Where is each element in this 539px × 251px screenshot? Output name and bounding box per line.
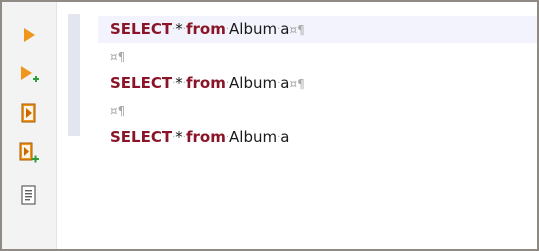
execute-script-new-tab-icon <box>18 141 40 165</box>
editor-gutter <box>58 2 98 249</box>
star-token: * <box>175 128 183 146</box>
line-ending-marker: ¤ <box>289 23 298 37</box>
editor-line[interactable]: SELECT·*·from·Album·a¤¶ <box>98 16 537 43</box>
explain-plan-icon <box>19 184 39 206</box>
table-alias: a <box>280 128 290 146</box>
keyword-select: SELECT <box>110 128 173 146</box>
table-alias: a <box>280 74 290 92</box>
table-name: Album <box>229 128 278 146</box>
execute-script-icon <box>19 102 39 124</box>
sql-editor[interactable]: SELECT·*·from·Album·a¤¶ ¤¶ SELECT·*·from… <box>98 2 537 249</box>
keyword-select: SELECT <box>110 20 173 38</box>
explain-plan-button[interactable] <box>16 182 42 208</box>
star-token: * <box>175 74 183 92</box>
keyword-select: SELECT <box>110 74 173 92</box>
editor-line[interactable]: ¤¶ <box>98 97 537 124</box>
execute-script-button[interactable] <box>16 100 42 126</box>
pilcrow-marker: ¶ <box>117 104 126 118</box>
line-ending-marker: ¤ <box>110 104 118 118</box>
line-ending-marker: ¤ <box>289 77 298 91</box>
sql-editor-window: SELECT·*·from·Album·a¤¶ ¤¶ SELECT·*·from… <box>0 0 539 251</box>
star-token: * <box>175 20 183 38</box>
keyword-from: from <box>185 128 226 146</box>
execute-statement-icon <box>20 26 38 44</box>
pilcrow-marker: ¶ <box>117 50 126 64</box>
pilcrow-marker: ¶ <box>297 77 305 91</box>
statement-range-marker <box>68 14 80 136</box>
pilcrow-marker: ¶ <box>297 23 305 37</box>
table-alias: a <box>280 20 290 38</box>
table-name: Album <box>229 74 278 92</box>
table-name: Album <box>229 20 278 38</box>
editor-toolbar <box>2 2 57 249</box>
execute-script-new-tab-button[interactable] <box>16 140 42 166</box>
editor-line[interactable]: SELECT·*·from·Album·a <box>98 124 537 151</box>
execute-in-new-tab-button[interactable] <box>16 62 42 88</box>
execute-statement-button[interactable] <box>16 22 42 48</box>
execute-in-new-tab-icon <box>18 64 40 86</box>
line-ending-marker: ¤ <box>110 50 118 64</box>
keyword-from: from <box>185 74 226 92</box>
editor-line[interactable]: SELECT·*·from·Album·a¤¶ <box>98 70 537 97</box>
editor-line[interactable]: ¤¶ <box>98 43 537 70</box>
keyword-from: from <box>185 20 226 38</box>
